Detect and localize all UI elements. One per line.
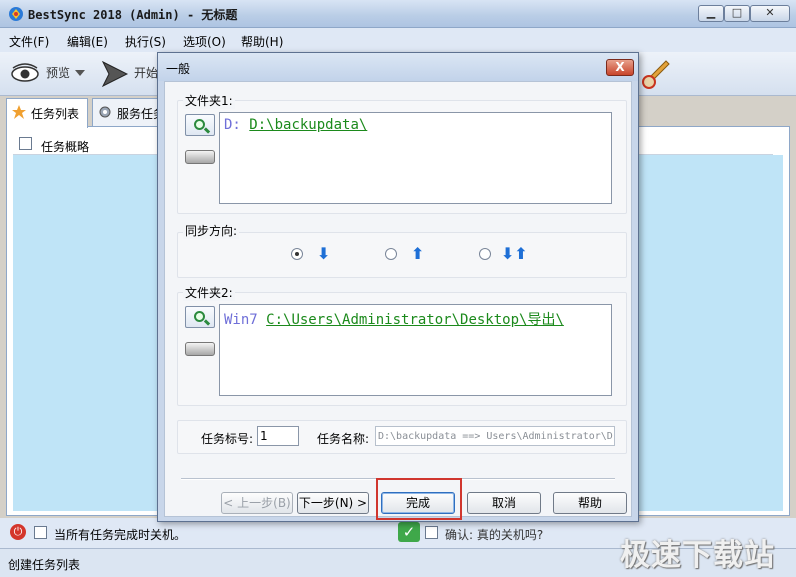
confirm-checkbox[interactable]	[425, 526, 438, 539]
arrow-down-icon: ⬇	[317, 244, 331, 263]
menu-options[interactable]: 选项(O)	[183, 33, 226, 50]
tab-task-list[interactable]: 任务列表	[6, 98, 88, 128]
menu-execute[interactable]: 执行(S)	[125, 33, 166, 50]
checkmark-icon: ✓	[398, 522, 420, 542]
confirm-label: 确认: 真的关机吗?	[445, 528, 544, 542]
menu-bar: 文件(F) 编辑(E) 执行(S) 选项(O) 帮助(H)	[0, 28, 796, 52]
minimize-button[interactable]: ▁	[698, 5, 724, 22]
menu-edit[interactable]: 编辑(E)	[67, 33, 108, 50]
close-button[interactable]: ✕	[750, 5, 790, 22]
gear-icon	[99, 106, 111, 118]
dialog-client: 文件夹1: D: D:\backupdata\ 同步方向: ⬇ ⬆ ⬇⬆ 文件夹…	[164, 81, 632, 517]
select-all-checkbox[interactable]	[19, 137, 32, 150]
dialog-title-bar: 一般 X	[158, 53, 638, 81]
arrow-both-icon: ⬇⬆	[501, 244, 528, 263]
sync-up-radio[interactable]	[385, 248, 397, 260]
folder2-drive-icon[interactable]	[185, 342, 215, 356]
status-text: 创建任务列表	[8, 558, 81, 572]
power-icon: ⏻	[10, 524, 26, 540]
prev-button[interactable]: < 上一步(B)	[221, 492, 293, 514]
watermark: 极速下载站	[620, 538, 775, 573]
arrow-up-icon: ⬆	[411, 244, 425, 263]
dialog-close-button[interactable]: X	[606, 59, 634, 76]
chevron-down-icon[interactable]	[74, 68, 86, 78]
folder1-browse-button[interactable]	[185, 114, 215, 136]
menu-help[interactable]: 帮助(H)	[241, 33, 283, 50]
task-number-label: 任务标号:	[201, 432, 254, 446]
highlight-box	[376, 478, 462, 520]
star-icon	[12, 105, 26, 119]
dialog-title: 一般	[166, 62, 191, 76]
eye-icon	[11, 63, 39, 82]
task-name-input[interactable]: D:\backupdata ==> Users\Administrator\D	[375, 426, 615, 446]
folder2-path-box[interactable]: Win7 C:\Users\Administrator\Desktop\导出\	[219, 304, 612, 396]
sync-both-radio[interactable]	[479, 248, 491, 260]
column-header-summary: 任务概略	[41, 140, 90, 154]
shutdown-checkbox[interactable]	[34, 526, 47, 539]
general-dialog: 一般 X 文件夹1: D: D:\backupdata\ 同步方向: ⬇ ⬆ ⬇…	[157, 52, 639, 522]
preview-button[interactable]: 预览	[46, 64, 70, 81]
maximize-button[interactable]: □	[724, 5, 750, 22]
folder1-drive-icon[interactable]	[185, 150, 215, 164]
window-title: BestSync 2018 (Admin) - 无标题	[28, 8, 238, 22]
start-button[interactable]: 开始	[134, 64, 158, 81]
help-button[interactable]: 帮助	[553, 492, 627, 514]
folder2-path[interactable]: C:\Users\Administrator\Desktop\导出\	[266, 312, 564, 328]
folder1-label: 文件夹1:	[183, 92, 235, 109]
sync-direction-group	[177, 232, 627, 278]
task-name-label: 任务名称:	[317, 432, 370, 446]
tab-label: 任务列表	[31, 107, 80, 121]
sync-down-radio[interactable]	[291, 248, 303, 260]
next-button[interactable]: 下一步(N) >	[297, 492, 369, 514]
folder2-label: 文件夹2:	[183, 284, 235, 301]
sync-direction-label: 同步方向:	[183, 222, 240, 239]
menu-file[interactable]: 文件(F)	[9, 33, 49, 50]
task-number-input[interactable]: 1	[257, 426, 299, 446]
cancel-button[interactable]: 取消	[467, 492, 541, 514]
play-arrow-icon	[101, 60, 129, 88]
folder2-browse-button[interactable]	[185, 306, 215, 328]
app-logo-icon	[9, 7, 23, 21]
brush-icon[interactable]	[640, 58, 672, 90]
folder1-path-box[interactable]: D: D:\backupdata\	[219, 112, 612, 204]
shutdown-label: 当所有任务完成时关机。	[54, 528, 187, 542]
folder1-drive-label: D:	[224, 117, 241, 133]
folder1-path[interactable]: D:\backupdata\	[249, 117, 367, 133]
folder2-drive-label: Win7	[224, 312, 258, 328]
title-bar: BestSync 2018 (Admin) - 无标题 ▁ □ ✕	[0, 0, 796, 28]
